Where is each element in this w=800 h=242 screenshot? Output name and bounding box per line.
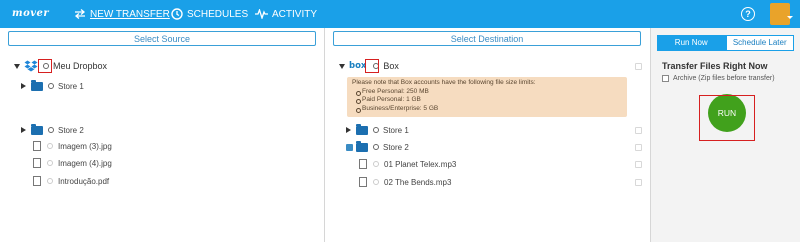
expand-right-icon[interactable] (21, 83, 26, 89)
destination-panel: Select Destination box Box Please note t… (325, 28, 651, 242)
source-item-radio[interactable] (48, 83, 54, 89)
mover-logo[interactable]: mover (12, 8, 49, 19)
select-source-button[interactable]: Select Source (8, 31, 316, 46)
pulse-icon (255, 9, 268, 19)
destination-item-radio[interactable] (373, 161, 379, 167)
source-item-radio[interactable] (47, 143, 53, 149)
destination-item-radio[interactable] (373, 127, 379, 133)
tab-run-now[interactable]: Run Now (657, 35, 726, 51)
select-destination-button[interactable]: Select Destination (333, 31, 641, 46)
source-item-radio[interactable] (47, 160, 53, 166)
destination-item-store-2[interactable]: Store 2 (346, 140, 409, 154)
help-icon[interactable]: ? (741, 7, 755, 21)
source-item-radio[interactable] (47, 178, 53, 184)
destination-item-checkbox[interactable] (635, 127, 642, 134)
nav-new-transfer[interactable]: NEW TRANSFER (74, 7, 170, 21)
folder-icon (31, 79, 43, 91)
source-item-store-1[interactable]: Store 1 (21, 79, 84, 93)
source-item-label: Imagem (3).jpg (58, 141, 112, 151)
archive-checkbox[interactable] (662, 75, 669, 82)
file-icon (359, 159, 367, 169)
notice-limits-list: Free Personal: 250 MB Paid Personal: 1 G… (352, 88, 622, 114)
transfer-arrows-icon (74, 9, 86, 19)
top-bar: mover NEW TRANSFER SCHEDULES ACTIVITY ? (0, 0, 800, 28)
destination-item-the-bends[interactable]: 02 The Bends.mp3 (359, 175, 451, 189)
source-item-label: Imagem (4).jpg (58, 158, 112, 168)
destination-item-label: Store 1 (383, 125, 409, 135)
destination-item-radio[interactable] (373, 179, 379, 185)
source-item-label: Introdução.pdf (58, 176, 110, 186)
destination-item-checkbox[interactable] (635, 161, 642, 168)
dropbox-icon (24, 60, 38, 72)
expand-down-icon[interactable] (14, 63, 20, 69)
file-icon (33, 176, 41, 186)
expand-down-icon[interactable] (339, 63, 345, 69)
folder-icon (31, 123, 43, 135)
run-mode-tabs: Run Now Schedule Later (657, 35, 794, 51)
notice-limit-free: Free Personal: 250 MB (356, 88, 622, 97)
archive-option[interactable]: Archive (Zip files before transfer) (662, 75, 775, 82)
nav-schedules-label: SCHEDULES (187, 8, 249, 20)
file-icon (33, 158, 41, 168)
file-icon (359, 177, 367, 187)
source-item-store-2[interactable]: Store 2 (21, 123, 84, 137)
notice-limit-business: Business/Enterprise: 5 GB (356, 105, 622, 114)
expand-right-icon[interactable] (21, 127, 26, 133)
nav-new-transfer-label: NEW TRANSFER (90, 8, 170, 20)
nav-activity-label: ACTIVITY (272, 8, 318, 20)
box-logo: box (349, 61, 367, 71)
destination-radio-highlight (365, 59, 379, 73)
folder-icon (356, 140, 368, 152)
destination-item-checkbox[interactable] (635, 179, 642, 186)
source-item-label: Store 2 (58, 125, 84, 135)
destination-item-planet-telex[interactable]: 01 Planet Telex.mp3 (359, 157, 456, 171)
expand-right-icon[interactable] (346, 143, 353, 151)
run-panel: Run Now Schedule Later Transfer Files Ri… (651, 28, 800, 242)
run-panel-title: Transfer Files Right Now (662, 61, 768, 71)
destination-item-label: 02 The Bends.mp3 (384, 177, 452, 187)
destination-item-label: 01 Planet Telex.mp3 (384, 159, 457, 169)
destination-item-label: Store 2 (383, 142, 409, 152)
destination-root-checkbox[interactable] (635, 63, 642, 70)
avatar[interactable] (770, 3, 793, 25)
run-button-highlight (699, 95, 755, 141)
destination-item-radio[interactable] (373, 144, 379, 150)
file-icon (33, 141, 41, 151)
source-root-row[interactable]: Meu Dropbox (14, 59, 107, 73)
nav-schedules[interactable]: SCHEDULES (171, 7, 248, 21)
notice-limit-paid: Paid Personal: 1 GB (356, 96, 622, 105)
source-item-label: Store 1 (58, 81, 84, 91)
tab-schedule-later[interactable]: Schedule Later (725, 35, 794, 51)
archive-label: Archive (Zip files before transfer) (673, 75, 775, 82)
box-size-limits-notice: Please note that Box accounts have the f… (347, 77, 627, 117)
source-root-label: Meu Dropbox (53, 61, 108, 71)
source-item-imagem-3[interactable]: Imagem (3).jpg (33, 139, 112, 153)
source-item-imagem-4[interactable]: Imagem (4).jpg (33, 156, 112, 170)
expand-right-icon[interactable] (346, 127, 351, 133)
source-panel: Select Source Meu Dropbox Store 1 Store … (0, 28, 325, 242)
source-item-radio[interactable] (48, 127, 54, 133)
clock-icon (171, 8, 183, 20)
folder-icon (356, 123, 368, 135)
destination-root-label: Box (383, 61, 399, 71)
destination-item-store-1[interactable]: Store 1 (346, 123, 409, 137)
source-radio-highlight (38, 59, 52, 73)
notice-intro: Please note that Box accounts have the f… (352, 79, 536, 86)
destination-item-checkbox[interactable] (635, 144, 642, 151)
source-item-introducao[interactable]: Introdução.pdf (33, 174, 109, 188)
nav-activity[interactable]: ACTIVITY (255, 7, 317, 21)
